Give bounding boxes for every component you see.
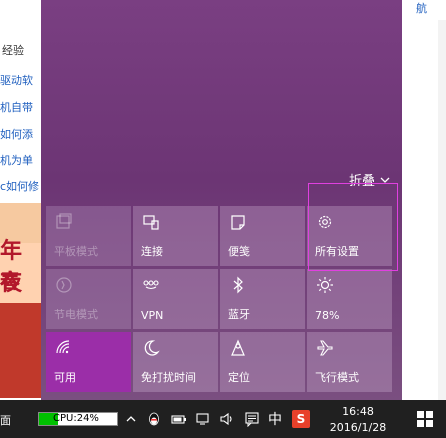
network-icon bbox=[196, 413, 209, 425]
tile-label: 免打扰时间 bbox=[141, 371, 196, 384]
background-banner: 年夜 春 bbox=[0, 203, 42, 398]
tile-label: 飞行模式 bbox=[315, 371, 359, 384]
tile-label: 平板模式 bbox=[54, 245, 98, 258]
clock-date: 2016/1/28 bbox=[329, 421, 387, 434]
background-link[interactable]: 机自带 bbox=[0, 99, 33, 115]
tile-label: 可用 bbox=[54, 371, 76, 384]
tile-label: 蓝牙 bbox=[228, 308, 250, 321]
chevron-down-icon bbox=[380, 177, 390, 183]
tile-connect[interactable]: 连接 bbox=[133, 206, 218, 266]
background-right-text: 航 bbox=[416, 2, 427, 15]
battery-saver-icon bbox=[56, 277, 72, 293]
windows-logo-icon bbox=[417, 411, 433, 427]
tray-network[interactable] bbox=[194, 410, 212, 428]
taskbar: 面 CPU:24% 中 S 16:48 2016/1/28 bbox=[0, 400, 446, 438]
volume-icon bbox=[220, 412, 232, 426]
tile-brightness[interactable]: 78% bbox=[307, 269, 392, 329]
background-link[interactable]: 如何添 bbox=[0, 126, 33, 142]
wifi-icon bbox=[56, 340, 70, 354]
brightness-icon bbox=[317, 277, 333, 293]
cpu-label: CPU:24% bbox=[53, 413, 99, 424]
tile-bluetooth[interactable]: 蓝牙 bbox=[220, 269, 305, 329]
cpu-meter[interactable]: CPU:24% bbox=[38, 412, 118, 426]
tile-label: 78% bbox=[315, 309, 340, 322]
sogou-ime-icon[interactable]: S bbox=[292, 410, 310, 428]
taskbar-clock[interactable]: 16:48 2016/1/28 bbox=[322, 404, 394, 436]
background-scrollbar[interactable] bbox=[438, 20, 446, 400]
tile-label: 连接 bbox=[141, 245, 163, 258]
action-center-panel: 折叠 平板模式 连接 便笺 所有设置 节电模式 VPN 蓝牙 78% 可用 免打… bbox=[41, 0, 402, 400]
connect-icon bbox=[143, 215, 159, 230]
tile-label: 便笺 bbox=[228, 245, 250, 258]
tile-quiet-hours[interactable]: 免打扰时间 bbox=[133, 332, 218, 392]
tray-qq[interactable] bbox=[145, 410, 163, 428]
tile-tablet-mode[interactable]: 平板模式 bbox=[46, 206, 131, 266]
bluetooth-icon bbox=[233, 276, 243, 294]
taskbar-left-text: 面 bbox=[0, 414, 11, 427]
tile-vpn[interactable]: VPN bbox=[133, 269, 218, 329]
tray-volume[interactable] bbox=[218, 410, 236, 428]
tile-label: 定位 bbox=[228, 371, 250, 384]
tile-location[interactable]: 定位 bbox=[220, 332, 305, 392]
chevron-up-icon bbox=[126, 416, 136, 422]
tray-expand-button[interactable] bbox=[122, 410, 140, 428]
tile-label: VPN bbox=[141, 309, 164, 322]
qq-penguin-icon bbox=[149, 412, 159, 426]
location-icon bbox=[231, 339, 245, 356]
battery-icon bbox=[171, 415, 186, 424]
action-center-icon bbox=[245, 412, 259, 427]
tile-label: 所有设置 bbox=[315, 245, 359, 258]
collapse-label: 折叠 bbox=[348, 174, 375, 189]
banner-text: 春 bbox=[0, 269, 20, 293]
ime-indicator[interactable]: 中 bbox=[266, 410, 284, 428]
tray-battery[interactable] bbox=[170, 410, 188, 428]
airplane-icon bbox=[317, 340, 333, 356]
tile-note[interactable]: 便笺 bbox=[220, 206, 305, 266]
settings-gear-icon bbox=[318, 215, 332, 229]
collapse-button[interactable]: 折叠 bbox=[349, 170, 390, 189]
quiet-hours-moon-icon bbox=[144, 340, 160, 356]
tile-all-settings[interactable]: 所有设置 bbox=[307, 206, 392, 266]
background-link[interactable]: c如何修 bbox=[0, 178, 39, 194]
note-icon bbox=[231, 215, 245, 230]
background-link[interactable]: 驱动软 bbox=[0, 72, 33, 88]
background-link[interactable]: 机为单 bbox=[0, 152, 33, 168]
tablet-mode-icon bbox=[56, 213, 72, 229]
start-windows-button[interactable] bbox=[402, 400, 446, 438]
tile-battery-saver[interactable]: 节电模式 bbox=[46, 269, 131, 329]
tile-wifi[interactable]: 可用 bbox=[46, 332, 131, 392]
tile-airplane-mode[interactable]: 飞行模式 bbox=[307, 332, 392, 392]
clock-time: 16:48 bbox=[342, 405, 374, 418]
tray-action-center[interactable] bbox=[243, 410, 261, 428]
vpn-icon bbox=[143, 280, 159, 290]
tile-label: 节电模式 bbox=[54, 308, 98, 321]
background-top-text: 经验 bbox=[2, 44, 24, 57]
